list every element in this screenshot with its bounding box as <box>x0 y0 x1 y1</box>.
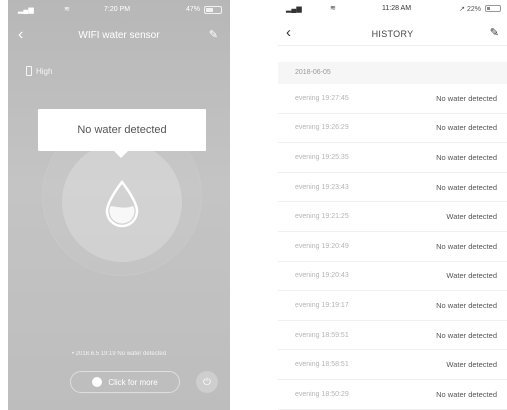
battery-level-icon <box>26 66 32 76</box>
row-time: evening 19:19:17 <box>295 301 349 309</box>
row-status: No water detected <box>436 182 497 192</box>
nav-bar: ‹ WIFI water sensor ✎ <box>8 24 230 48</box>
wifi-icon: ≋ <box>330 5 336 12</box>
edit-icon[interactable]: ✎ <box>209 28 218 41</box>
power-icon[interactable]: ⏻ <box>196 371 218 393</box>
row-time: evening 19:25:35 <box>295 153 349 161</box>
page-title: HISTORY <box>371 29 414 39</box>
row-time: evening 18:50:29 <box>295 390 349 398</box>
water-drop-icon <box>105 179 139 228</box>
page-title: WIFI water sensor <box>78 30 160 41</box>
battery-percent: ↗ 22% <box>459 6 481 13</box>
battery-icon <box>204 6 222 14</box>
row-time: evening 19:20:49 <box>295 242 349 250</box>
status-time: 11:28 AM <box>382 5 412 12</box>
row-time: evening 19:23:43 <box>295 183 349 191</box>
history-row: evening 19:20:49 No water detected <box>278 232 507 262</box>
row-time: evening 19:26:29 <box>295 124 349 132</box>
history-row: evening 18:50:29 No water detected <box>278 380 507 410</box>
row-time: evening 19:27:45 <box>295 94 349 102</box>
row-status: No water detected <box>436 93 497 103</box>
row-status: No water detected <box>436 389 497 399</box>
history-row: evening 19:19:17 No water detected <box>278 291 507 321</box>
battery-icon <box>485 5 501 12</box>
nav-bar: ‹ HISTORY ✎ <box>278 22 507 46</box>
row-status: No water detected <box>436 330 497 340</box>
status-message: No water detected <box>77 124 167 136</box>
click-for-more-button[interactable]: Click for more <box>70 371 180 393</box>
history-row: evening 19:20:43 Water detected <box>278 262 507 292</box>
battery-percent: 47% <box>185 6 200 13</box>
history-row: evening 18:58:51 Water detected <box>278 350 507 380</box>
last-event: • 2018.6.5 19:19 No water detected <box>71 351 167 357</box>
battery-level: High <box>26 66 52 76</box>
signal-icon: ▂▄▆ <box>18 7 34 14</box>
row-time: evening 19:21:25 <box>295 213 349 221</box>
device-screen: ▂▄▆ ≋ 7:20 PM 47% ‹ WIFI water sensor ✎ … <box>8 0 230 410</box>
edit-icon[interactable]: ✎ <box>490 26 499 39</box>
more-button-label: Click for more <box>108 377 158 387</box>
row-status: No water detected <box>436 300 497 310</box>
battery-level-label: High <box>36 66 53 76</box>
status-bar: ▂▄▆ ≋ 11:28 AM ↗ 22% <box>278 0 507 16</box>
status-time: 7:20 PM <box>104 6 131 13</box>
row-time: evening 18:59:51 <box>295 331 349 339</box>
signal-icon: ▂▄▆ <box>286 6 302 13</box>
history-row: evening 19:23:43 No water detected <box>278 173 507 203</box>
history-list: evening 19:27:45 No water detected evenin… <box>278 84 507 410</box>
row-time: evening 18:58:51 <box>295 361 349 369</box>
history-row: evening 19:26:29 No water detected <box>278 114 507 144</box>
history-row: evening 19:27:45 No water detected <box>278 84 507 114</box>
row-status: No water detected <box>436 152 497 162</box>
row-status: Water detected <box>446 212 497 222</box>
row-status: Water detected <box>446 271 497 281</box>
status-bar: ▂▄▆ ≋ 7:20 PM 47% <box>8 0 230 18</box>
history-row: evening 19:21:25 Water detected <box>278 202 507 232</box>
status-bubble: No water detected <box>38 109 206 158</box>
history-screen: ▂▄▆ ≋ 11:28 AM ↗ 22% ‹ HISTORY ✎ 2018-06… <box>278 0 507 410</box>
history-row: evening 19:25:35 No water detected <box>278 143 507 173</box>
date-header: 2018-06-05 <box>278 62 507 84</box>
row-time: evening 19:20:43 <box>295 272 349 280</box>
row-status: No water detected <box>436 123 497 133</box>
history-row: evening 18:59:51 No water detected <box>278 321 507 351</box>
row-status: Water detected <box>446 360 497 370</box>
info-icon <box>92 377 103 387</box>
row-status: No water detected <box>436 241 497 251</box>
wifi-icon: ≋ <box>64 6 70 13</box>
